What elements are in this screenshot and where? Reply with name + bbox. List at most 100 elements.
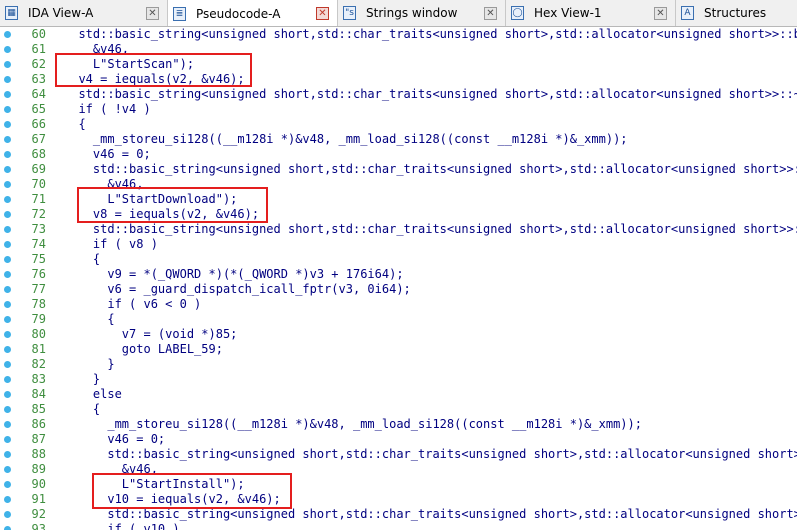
pseudocode-view[interactable]: 60 std::basic_string<unsigned short,std:… — [0, 27, 797, 530]
code-line[interactable]: 79 { — [0, 312, 797, 327]
breakpoint-dot-icon[interactable] — [4, 136, 11, 143]
code-text[interactable]: std::basic_string<unsigned short,std::ch… — [64, 162, 797, 177]
breakpoint-dot-icon[interactable] — [4, 526, 11, 530]
code-text[interactable]: } — [64, 372, 100, 387]
breakpoint-dot-icon[interactable] — [4, 421, 11, 428]
code-text[interactable]: std::basic_string<unsigned short,std::ch… — [64, 507, 797, 522]
breakpoint-dot-icon[interactable] — [4, 61, 11, 68]
breakpoint-dot-icon[interactable] — [4, 76, 11, 83]
close-icon[interactable]: ✕ — [654, 7, 667, 20]
code-line[interactable]: 86 _mm_storeu_si128((__m128i *)&v48, _mm… — [0, 417, 797, 432]
code-line[interactable]: 69 std::basic_string<unsigned short,std:… — [0, 162, 797, 177]
breakpoint-dot-icon[interactable] — [4, 271, 11, 278]
code-line[interactable]: 65 if ( !v4 ) — [0, 102, 797, 117]
breakpoint-dot-icon[interactable] — [4, 286, 11, 293]
breakpoint-dot-icon[interactable] — [4, 436, 11, 443]
code-line[interactable]: 78 if ( v6 < 0 ) — [0, 297, 797, 312]
breakpoint-dot-icon[interactable] — [4, 511, 11, 518]
code-text[interactable]: v46 = 0; — [64, 432, 165, 447]
code-line[interactable]: 73 std::basic_string<unsigned short,std:… — [0, 222, 797, 237]
tab-pseudocode-a[interactable]: ≣ Pseudocode-A ✕ — [168, 0, 338, 26]
breakpoint-dot-icon[interactable] — [4, 226, 11, 233]
code-text[interactable]: if ( !v4 ) — [64, 102, 150, 117]
code-line[interactable]: 93 if ( v10 ) — [0, 522, 797, 530]
breakpoint-dot-icon[interactable] — [4, 196, 11, 203]
code-text[interactable]: { — [64, 117, 85, 132]
code-line[interactable]: 81 goto LABEL_59; — [0, 342, 797, 357]
breakpoint-dot-icon[interactable] — [4, 211, 11, 218]
breakpoint-dot-icon[interactable] — [4, 181, 11, 188]
code-text[interactable]: v6 = _guard_dispatch_icall_fptr(v3, 0i64… — [64, 282, 410, 297]
code-line[interactable]: 84 else — [0, 387, 797, 402]
code-text[interactable]: { — [64, 312, 114, 327]
line-number: 76 — [31, 267, 46, 281]
breakpoint-dot-icon[interactable] — [4, 391, 11, 398]
code-line[interactable]: 85 { — [0, 402, 797, 417]
tab-structures[interactable]: A Structures — [676, 0, 797, 26]
breakpoint-dot-icon[interactable] — [4, 106, 11, 113]
code-line[interactable]: 77 v6 = _guard_dispatch_icall_fptr(v3, 0… — [0, 282, 797, 297]
line-number: 80 — [31, 327, 46, 341]
close-icon[interactable]: ✕ — [484, 7, 497, 20]
breakpoint-dot-icon[interactable] — [4, 451, 11, 458]
code-line[interactable]: 60 std::basic_string<unsigned short,std:… — [0, 27, 797, 42]
breakpoint-dot-icon[interactable] — [4, 166, 11, 173]
tab-ida-view-a[interactable]: ▦ IDA View-A ✕ — [0, 0, 168, 26]
breakpoint-dot-icon[interactable] — [4, 346, 11, 353]
code-text[interactable]: std::basic_string<unsigned short,std::ch… — [64, 447, 797, 462]
code-text[interactable]: std::basic_string<unsigned short,std::ch… — [64, 27, 797, 42]
line-number: 78 — [31, 297, 46, 311]
breakpoint-dot-icon[interactable] — [4, 121, 11, 128]
code-text[interactable]: v7 = (void *)85; — [64, 327, 238, 342]
breakpoint-dot-icon[interactable] — [4, 31, 11, 38]
code-text[interactable]: _mm_storeu_si128((__m128i *)&v48, _mm_lo… — [64, 417, 642, 432]
breakpoint-dot-icon[interactable] — [4, 376, 11, 383]
code-line[interactable]: 87 v46 = 0; — [0, 432, 797, 447]
code-text[interactable]: } — [64, 357, 114, 372]
code-text[interactable]: { — [64, 402, 100, 417]
code-line[interactable]: 82 } — [0, 357, 797, 372]
line-number: 69 — [31, 162, 46, 176]
breakpoint-dot-icon[interactable] — [4, 316, 11, 323]
code-line[interactable]: 75 { — [0, 252, 797, 267]
close-icon[interactable]: ✕ — [146, 7, 159, 20]
breakpoint-dot-icon[interactable] — [4, 241, 11, 248]
line-number: 83 — [31, 372, 46, 386]
code-line[interactable]: 88 std::basic_string<unsigned short,std:… — [0, 447, 797, 462]
breakpoint-dot-icon[interactable] — [4, 466, 11, 473]
code-text[interactable]: else — [64, 387, 122, 402]
code-text[interactable]: if ( v6 < 0 ) — [64, 297, 201, 312]
breakpoint-dot-icon[interactable] — [4, 151, 11, 158]
code-line[interactable]: 83 } — [0, 372, 797, 387]
code-line[interactable]: 68 v46 = 0; — [0, 147, 797, 162]
code-text[interactable]: if ( v8 ) — [64, 237, 158, 252]
breakpoint-dot-icon[interactable] — [4, 331, 11, 338]
code-line[interactable]: 66 { — [0, 117, 797, 132]
code-line[interactable]: 67 _mm_storeu_si128((__m128i *)&v48, _mm… — [0, 132, 797, 147]
breakpoint-dot-icon[interactable] — [4, 406, 11, 413]
tab-label: Strings window — [366, 6, 458, 20]
code-line[interactable]: 64 std::basic_string<unsigned short,std:… — [0, 87, 797, 102]
code-text[interactable]: _mm_storeu_si128((__m128i *)&v48, _mm_lo… — [64, 132, 628, 147]
code-text[interactable]: v9 = *(_QWORD *)(*(_QWORD *)v3 + 176i64)… — [64, 267, 403, 282]
code-text[interactable]: std::basic_string<unsigned short,std::ch… — [64, 87, 797, 102]
code-text[interactable]: std::basic_string<unsigned short,std::ch… — [64, 222, 797, 237]
breakpoint-dot-icon[interactable] — [4, 361, 11, 368]
tab-hex-view-1[interactable]: ◯ Hex View-1 ✕ — [506, 0, 676, 26]
code-text[interactable]: if ( v10 ) — [64, 522, 179, 530]
tab-strings-window[interactable]: "s Strings window ✕ — [338, 0, 506, 26]
breakpoint-dot-icon[interactable] — [4, 301, 11, 308]
code-line[interactable]: 80 v7 = (void *)85; — [0, 327, 797, 342]
code-line[interactable]: 76 v9 = *(_QWORD *)(*(_QWORD *)v3 + 176i… — [0, 267, 797, 282]
breakpoint-dot-icon[interactable] — [4, 91, 11, 98]
code-line[interactable]: 92 std::basic_string<unsigned short,std:… — [0, 507, 797, 522]
code-line[interactable]: 74 if ( v8 ) — [0, 237, 797, 252]
breakpoint-dot-icon[interactable] — [4, 46, 11, 53]
breakpoint-dot-icon[interactable] — [4, 256, 11, 263]
breakpoint-dot-icon[interactable] — [4, 481, 11, 488]
code-text[interactable]: { — [64, 252, 100, 267]
close-icon[interactable]: ✕ — [316, 7, 329, 20]
code-text[interactable]: goto LABEL_59; — [64, 342, 223, 357]
breakpoint-dot-icon[interactable] — [4, 496, 11, 503]
code-text[interactable]: v46 = 0; — [64, 147, 151, 162]
